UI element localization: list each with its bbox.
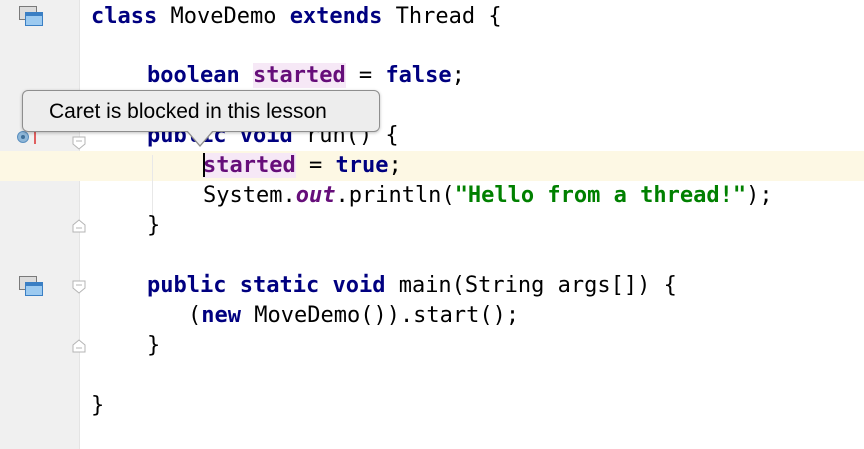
indent-guide — [152, 155, 153, 215]
string-literal: "Hello from a thread!" — [454, 183, 747, 208]
fold-open-icon[interactable] — [72, 280, 86, 294]
text-caret — [203, 153, 205, 177]
keyword: extends — [289, 4, 383, 29]
field-started: started — [203, 153, 296, 178]
code-text: } — [147, 213, 161, 238]
keyword: static — [239, 273, 320, 298]
code-line-class-closing-brace[interactable]: } — [91, 391, 104, 421]
fold-close-icon[interactable] — [72, 219, 86, 233]
keyword: public — [147, 273, 227, 298]
code-text: System. — [203, 183, 296, 208]
code-line-closing-brace[interactable]: } — [147, 211, 160, 241]
code-text: main(String args[]) { — [385, 273, 677, 298]
code-line-closing-brace[interactable]: } — [147, 331, 160, 361]
code-text: Thread { — [382, 4, 502, 29]
code-text: ; — [451, 63, 465, 88]
code-line-thread-start[interactable]: (new MoveDemo()).start(); — [188, 301, 519, 331]
code-text: ); — [746, 183, 773, 208]
tooltip-arrow-fill — [187, 130, 213, 145]
code-text: MoveDemo — [157, 4, 290, 29]
keyword: false — [385, 63, 452, 88]
keyword: true — [335, 153, 389, 178]
code-text: = — [295, 153, 336, 178]
editor-gutter — [0, 0, 79, 449]
code-line-assignment[interactable]: started = true; — [203, 151, 402, 181]
fold-close-icon[interactable] — [72, 339, 86, 353]
static-field-out: out — [295, 183, 336, 208]
run-gutter-icon[interactable] — [17, 131, 29, 143]
tooltip-text: Caret is blocked in this lesson — [49, 100, 327, 123]
code-text: = — [345, 63, 386, 88]
caret-row-highlight — [0, 151, 864, 181]
fold-open-icon[interactable] — [72, 136, 86, 150]
implementation-marker-icon[interactable] — [19, 276, 43, 296]
code-text: .println( — [335, 183, 455, 208]
code-text: ( — [188, 303, 202, 328]
code-text: ; — [388, 153, 402, 178]
change-marker — [34, 130, 36, 144]
keyword: void — [332, 273, 386, 298]
code-line-class-declaration[interactable]: class MoveDemo extends Thread { — [91, 2, 502, 32]
keyword: boolean — [147, 63, 240, 88]
code-line-println[interactable]: System.out.println("Hello from a thread!… — [203, 181, 773, 211]
implementation-marker-icon[interactable] — [19, 6, 43, 26]
code-text: } — [91, 393, 105, 418]
code-text: MoveDemo()).start(); — [241, 303, 520, 328]
field-started: started — [252, 63, 346, 88]
keyword: new — [201, 303, 241, 328]
caret-blocked-tooltip: Caret is blocked in this lesson — [22, 90, 380, 132]
keyword: class — [91, 4, 158, 29]
code-line-field-declaration[interactable]: boolean started = false; — [147, 61, 465, 91]
code-line-main-method[interactable]: public static void main(String args[]) { — [147, 271, 677, 301]
code-text: } — [147, 333, 161, 358]
